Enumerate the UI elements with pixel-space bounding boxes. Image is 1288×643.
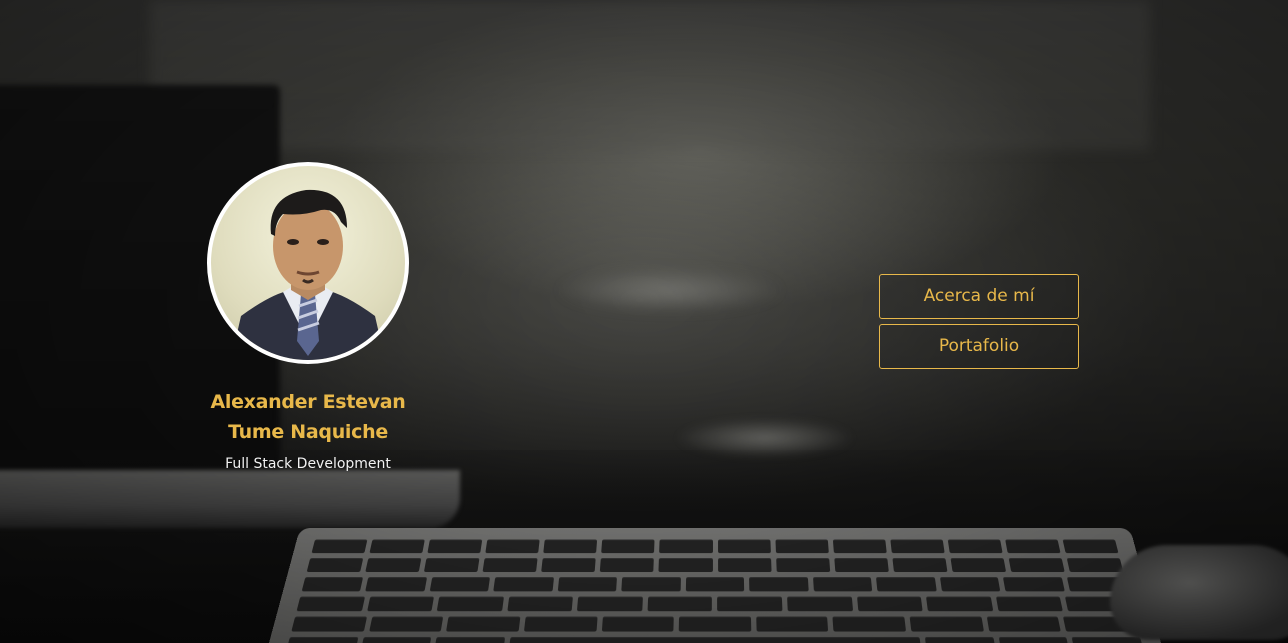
background-shelf — [150, 0, 1150, 150]
profile-name: Alexander Estevan Tume Naquiche — [158, 387, 458, 447]
avatar — [207, 162, 409, 364]
profile-name-line1: Alexander Estevan — [210, 391, 406, 413]
background-keyboard — [265, 528, 1165, 643]
main-nav: Acerca de mí Portafolio — [879, 274, 1079, 374]
background-mouse — [1110, 545, 1288, 640]
background-desk — [0, 450, 1288, 643]
profile-role: Full Stack Development — [225, 456, 391, 472]
background-bowl — [675, 418, 855, 458]
background-blur-light — [555, 268, 785, 313]
portfolio-button[interactable]: Portafolio — [879, 324, 1079, 369]
background-laptop-base — [0, 470, 460, 528]
hero-section: Alexander Estevan Tume Naquiche Full Sta… — [0, 0, 1288, 643]
avatar-portrait — [231, 189, 385, 360]
profile-name-line2: Tume Naquiche — [228, 421, 388, 443]
about-button[interactable]: Acerca de mí — [879, 274, 1079, 319]
profile-card: Alexander Estevan Tume Naquiche Full Sta… — [158, 162, 458, 472]
